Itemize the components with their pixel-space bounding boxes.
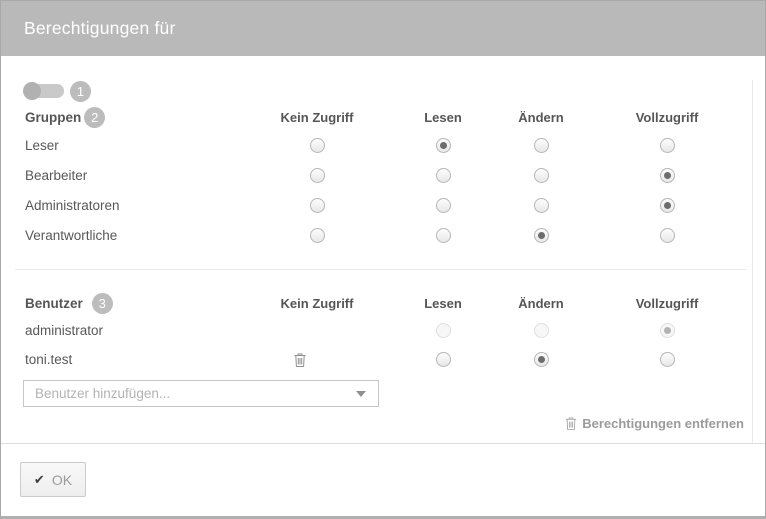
table-row-toni-test: toni.test: [25, 345, 765, 374]
ok-button-label: OK: [52, 472, 72, 488]
group-name: Bearbeiter: [25, 168, 87, 183]
permission-radio-vollzugriff[interactable]: [660, 138, 675, 153]
dialog-content: 1 Gruppen 2 Kein Zugriff Lesen Ändern Vo…: [1, 80, 765, 467]
column-header-lesen: Lesen: [424, 296, 462, 311]
permission-radio-kein-zugriff[interactable]: [310, 228, 325, 243]
permission-radio-aendern[interactable]: [534, 168, 549, 183]
permission-radio-lesen[interactable]: [436, 352, 451, 367]
permission-radio-lesen[interactable]: [436, 168, 451, 183]
column-header-aendern: Ändern: [518, 110, 564, 125]
permission-radio-kein-zugriff[interactable]: [310, 198, 325, 213]
users-header-row: Benutzer 3 Kein Zugriff Lesen Ändern Vol…: [25, 290, 765, 316]
remove-permissions-button[interactable]: Berechtigungen entfernen: [565, 416, 744, 431]
section-divider: [15, 269, 747, 270]
add-user-select[interactable]: Benutzer hinzufügen...: [23, 380, 379, 407]
annotation-badge-1: 1: [70, 81, 91, 102]
trash-icon[interactable]: [294, 353, 306, 367]
column-header-lesen: Lesen: [424, 110, 462, 125]
group-name: Administratoren: [25, 198, 120, 213]
users-section-label: Benutzer: [25, 296, 83, 311]
groups-header-row: Gruppen 2 Kein Zugriff Lesen Ändern Voll…: [25, 104, 765, 130]
column-header-vollzugriff: Vollzugriff: [636, 110, 699, 125]
user-name: administrator: [25, 323, 103, 338]
users-table: Benutzer 3 Kein Zugriff Lesen Ändern Vol…: [1, 290, 765, 374]
add-user-placeholder: Benutzer hinzufügen...: [35, 386, 356, 401]
permission-radio-aendern[interactable]: [534, 352, 549, 367]
trash-icon: [565, 417, 577, 430]
chevron-down-icon: [356, 391, 366, 397]
permission-radio-aendern[interactable]: [534, 228, 549, 243]
permission-radio-vollzugriff: [660, 323, 675, 338]
column-header-kein-zugriff: Kein Zugriff: [281, 296, 354, 311]
table-row-administrator: administrator: [25, 316, 765, 345]
remove-permissions-row: Berechtigungen entfernen: [1, 416, 765, 435]
dialog-footer: ✔ OK: [1, 443, 765, 516]
permission-radio-kein-zugriff[interactable]: [310, 168, 325, 183]
group-name: Verantwortliche: [25, 228, 117, 243]
check-icon: ✔: [34, 472, 45, 488]
user-name: toni.test: [25, 352, 72, 367]
remove-permissions-label: Berechtigungen entfernen: [582, 416, 744, 431]
dialog-title: Berechtigungen für: [24, 18, 175, 38]
column-header-vollzugriff: Vollzugriff: [636, 296, 699, 311]
toggle-switch-icon[interactable]: [24, 84, 64, 98]
permission-radio-aendern: [534, 323, 549, 338]
permission-radio-lesen[interactable]: [436, 228, 451, 243]
permission-radio-aendern[interactable]: [534, 138, 549, 153]
permission-radio-vollzugriff[interactable]: [660, 228, 675, 243]
toggle-knob: [23, 82, 41, 100]
dialog-titlebar: Berechtigungen für: [1, 1, 765, 56]
table-row-administratoren: Administratoren: [25, 190, 765, 220]
table-row-leser: Leser: [25, 130, 765, 160]
permissions-dialog: Berechtigungen für 1 Gruppen 2 Kein Zugr…: [0, 0, 766, 519]
table-row-bearbeiter: Bearbeiter: [25, 160, 765, 190]
groups-section-label: Gruppen: [25, 110, 81, 125]
column-header-kein-zugriff: Kein Zugriff: [281, 110, 354, 125]
permission-radio-lesen: [436, 323, 451, 338]
permission-radio-lesen[interactable]: [436, 198, 451, 213]
inheritance-row: 1: [24, 80, 765, 102]
permission-radio-vollzugriff[interactable]: [660, 198, 675, 213]
scrollbar-track[interactable]: [752, 80, 753, 466]
column-header-aendern: Ändern: [518, 296, 564, 311]
permission-radio-vollzugriff[interactable]: [660, 168, 675, 183]
group-name: Leser: [25, 138, 59, 153]
table-row-verantwortliche: Verantwortliche: [25, 220, 765, 250]
annotation-badge-2: 2: [84, 107, 105, 128]
permission-radio-kein-zugriff[interactable]: [310, 138, 325, 153]
groups-table: Gruppen 2 Kein Zugriff Lesen Ändern Voll…: [1, 104, 765, 250]
permission-radio-lesen[interactable]: [436, 138, 451, 153]
ok-button[interactable]: ✔ OK: [20, 462, 86, 497]
permission-radio-aendern[interactable]: [534, 198, 549, 213]
annotation-badge-3: 3: [92, 293, 113, 314]
permission-radio-vollzugriff[interactable]: [660, 352, 675, 367]
